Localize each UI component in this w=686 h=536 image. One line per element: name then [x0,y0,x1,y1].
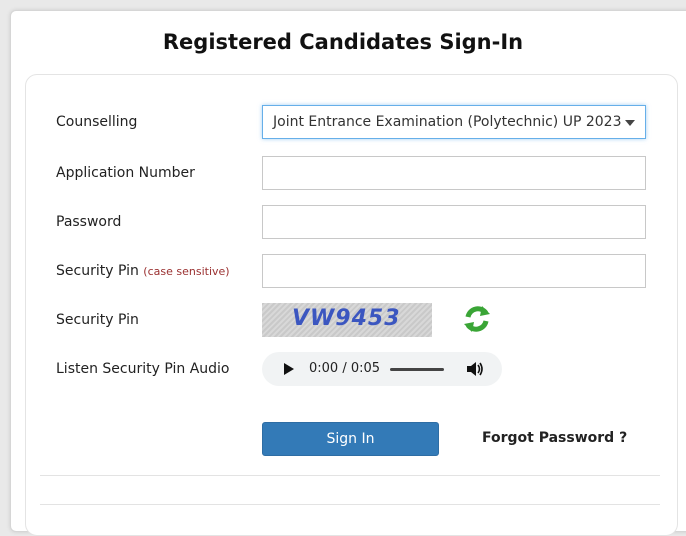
password-label: Password [56,214,122,230]
counselling-label: Counselling [56,114,138,130]
security-pin-input[interactable] [262,254,646,288]
counselling-selected-value: Joint Entrance Examination (Polytechnic)… [273,114,622,130]
captcha-image: VW9453 [262,303,432,337]
page-title: Registered Candidates Sign-In [162,30,524,54]
divider [40,475,660,476]
captcha-text: VW9453 [292,306,401,331]
refresh-icon[interactable] [460,302,494,336]
chevron-down-icon [625,120,635,126]
audio-time: 0:00 / 0:05 [309,361,381,376]
volume-icon[interactable] [466,361,484,377]
security-pin-image-label: Security Pin [56,312,139,328]
security-pin-label-text: Security Pin [56,263,139,279]
divider [40,504,660,505]
audio-label: Listen Security Pin Audio [56,361,230,377]
play-icon[interactable] [284,363,294,375]
application-number-input[interactable] [262,156,646,190]
password-input[interactable] [262,205,646,239]
application-number-label: Application Number [56,165,195,181]
forgot-password-link[interactable]: Forgot Password ? [482,430,627,446]
case-sensitive-hint: (case sensitive) [143,265,230,278]
sign-in-button[interactable]: Sign In [262,422,439,456]
security-pin-input-label: Security Pin (case sensitive) [56,262,230,281]
audio-progress-track[interactable] [390,368,444,371]
audio-player: 0:00 / 0:05 [262,352,502,386]
counselling-select[interactable]: Joint Entrance Examination (Polytechnic)… [262,105,646,139]
